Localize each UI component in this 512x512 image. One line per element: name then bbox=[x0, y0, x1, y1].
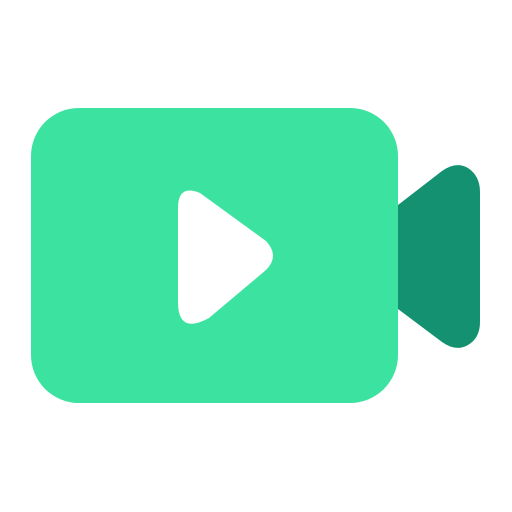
video-camera-icon bbox=[31, 108, 480, 403]
icon-canvas bbox=[0, 0, 512, 512]
camera-lens-shape bbox=[398, 165, 480, 348]
